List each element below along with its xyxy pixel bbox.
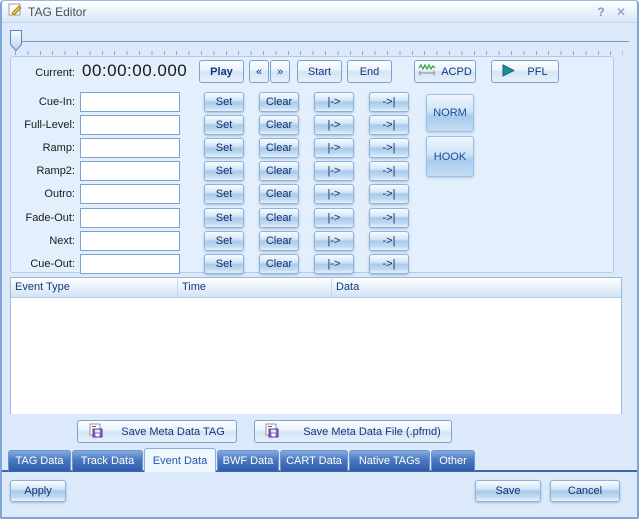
save-meta-file-button[interactable]: Save Meta Data File (.pfmd) [254, 420, 452, 443]
clear-button[interactable]: Clear [259, 184, 299, 204]
nudge-left-button[interactable]: |-> [314, 161, 354, 181]
tab-bwf-data[interactable]: BWF Data [217, 450, 279, 471]
nudge-left-button[interactable]: |-> [314, 231, 354, 251]
close-icon[interactable]: ✕ [611, 5, 631, 19]
event-table-body[interactable] [11, 298, 621, 414]
nudge-left-button[interactable]: |-> [314, 92, 354, 112]
end-button[interactable]: End [347, 60, 392, 83]
clear-button[interactable]: Clear [259, 138, 299, 158]
set-button[interactable]: Set [204, 92, 244, 112]
acpd-button[interactable]: ACPD [414, 60, 476, 83]
hook-button[interactable]: HOOK [426, 136, 474, 177]
nudge-right-button[interactable]: ->| [369, 161, 409, 181]
cancel-button[interactable]: Cancel [550, 480, 620, 502]
nudge-left-button[interactable]: |-> [314, 208, 354, 228]
set-button[interactable]: Set [204, 138, 244, 158]
nudge-left-button[interactable]: |-> [314, 138, 354, 158]
nudge-right-button[interactable]: ->| [369, 254, 409, 274]
save-meta-tag-button[interactable]: Save Meta Data TAG [77, 420, 237, 443]
norm-button[interactable]: NORM [426, 94, 474, 132]
set-button[interactable]: Set [204, 115, 244, 135]
next-input[interactable] [80, 231, 180, 251]
clear-button[interactable]: Clear [259, 208, 299, 228]
set-button[interactable]: Set [204, 184, 244, 204]
save-disk-icon [89, 423, 103, 441]
nudge-right-button[interactable]: ->| [369, 231, 409, 251]
tag-editor-window: TAG Editor ? ✕ Current: 00:00:00.000 Pla… [0, 0, 639, 519]
pfl-button[interactable]: PFL [491, 60, 559, 83]
help-icon[interactable]: ? [591, 5, 611, 19]
fade-out-label: Fade-Out: [2, 212, 75, 224]
position-slider-track[interactable] [12, 41, 629, 42]
edit-note-icon [8, 2, 23, 22]
outro-label: Outro: [2, 188, 75, 200]
nudge-left-button[interactable]: |-> [314, 254, 354, 274]
tab-event-data[interactable]: Event Data [144, 448, 216, 472]
clear-button[interactable]: Clear [259, 161, 299, 181]
ramp-input[interactable] [80, 138, 180, 158]
skip-back-button[interactable]: « [249, 60, 269, 83]
set-button[interactable]: Set [204, 231, 244, 251]
outro-input[interactable] [80, 184, 180, 204]
apply-button[interactable]: Apply [10, 480, 66, 502]
save-disk-icon [265, 423, 279, 441]
full-level-label: Full-Level: [2, 119, 75, 131]
fade-out-input[interactable] [80, 208, 180, 228]
ramp2-input[interactable] [80, 161, 180, 181]
waveform-icon [418, 63, 436, 80]
nudge-right-button[interactable]: ->| [369, 184, 409, 204]
slider-ticks [15, 51, 623, 55]
nudge-right-button[interactable]: ->| [369, 92, 409, 112]
next-label: Next: [2, 235, 75, 247]
current-time-value: 00:00:00.000 [82, 61, 187, 81]
column-header-event-type[interactable]: Event Type [11, 278, 178, 297]
nudge-left-button[interactable]: |-> [314, 115, 354, 135]
cue-out-label: Cue-Out: [2, 258, 75, 270]
cue-in-label: Cue-In: [2, 96, 75, 108]
clear-button[interactable]: Clear [259, 231, 299, 251]
clear-button[interactable]: Clear [259, 115, 299, 135]
tab-native-tags[interactable]: Native TAGs [349, 450, 430, 471]
tab-cart-data[interactable]: CART Data [280, 450, 348, 471]
event-table: Event Type Time Data [10, 277, 622, 414]
nudge-right-button[interactable]: ->| [369, 138, 409, 158]
column-header-time[interactable]: Time [178, 278, 332, 297]
current-label: Current: [2, 67, 75, 79]
column-header-data[interactable]: Data [332, 278, 621, 297]
ramp-label: Ramp: [2, 142, 75, 154]
full-level-input[interactable] [80, 115, 180, 135]
set-button[interactable]: Set [204, 254, 244, 274]
clear-button[interactable]: Clear [259, 254, 299, 274]
play-triangle-icon [502, 64, 515, 80]
set-button[interactable]: Set [204, 208, 244, 228]
cue-in-input[interactable] [80, 92, 180, 112]
start-button[interactable]: Start [297, 60, 342, 83]
clear-button[interactable]: Clear [259, 92, 299, 112]
event-table-header: Event Type Time Data [11, 278, 621, 298]
set-button[interactable]: Set [204, 161, 244, 181]
tab-other[interactable]: Other [431, 450, 475, 471]
window-title: TAG Editor [28, 5, 591, 19]
ramp2-label: Ramp2: [2, 165, 75, 177]
tab-track-data[interactable]: Track Data [72, 450, 143, 471]
nudge-left-button[interactable]: |-> [314, 184, 354, 204]
nudge-right-button[interactable]: ->| [369, 208, 409, 228]
tab-tag-data[interactable]: TAG Data [8, 450, 71, 471]
skip-forward-button[interactable]: » [270, 60, 290, 83]
play-button[interactable]: Play [199, 60, 244, 83]
nudge-right-button[interactable]: ->| [369, 115, 409, 135]
save-button[interactable]: Save [475, 480, 541, 502]
cue-out-input[interactable] [80, 254, 180, 274]
title-bar: TAG Editor ? ✕ [2, 1, 637, 23]
